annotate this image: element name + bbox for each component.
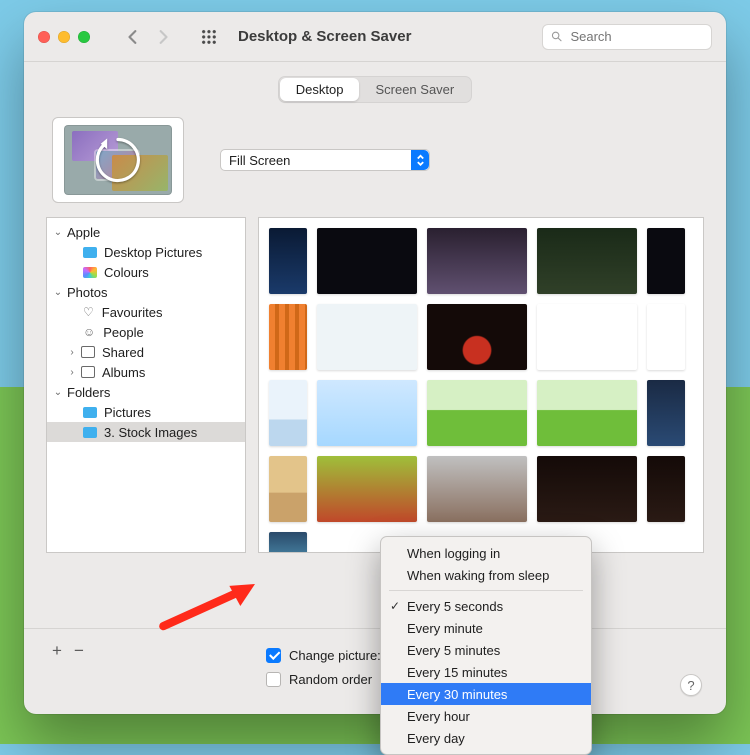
- thumbnail[interactable]: [317, 228, 417, 294]
- thumbnail[interactable]: [427, 380, 527, 446]
- forward-button[interactable]: [150, 24, 176, 50]
- sidebar-item-desktop-pictures[interactable]: Desktop Pictures: [47, 242, 245, 262]
- add-folder-button[interactable]: +: [52, 641, 62, 661]
- back-button[interactable]: [120, 24, 146, 50]
- thumbnail[interactable]: [317, 456, 417, 522]
- content-split: ⌄Apple Desktop Pictures Colours ⌄Photos …: [24, 217, 726, 553]
- random-order-label: Random order: [289, 672, 372, 687]
- minimize-window-button[interactable]: [58, 31, 70, 43]
- preview-row: Fill Screen: [24, 111, 726, 217]
- window-controls: [38, 31, 90, 43]
- thumbnail[interactable]: [427, 228, 527, 294]
- search-field[interactable]: [542, 24, 712, 50]
- window-title: Desktop & Screen Saver: [238, 28, 411, 45]
- thumbnail[interactable]: [427, 304, 527, 370]
- menu-item[interactable]: Every 15 minutes: [381, 661, 591, 683]
- grid-icon: [201, 29, 217, 45]
- close-window-button[interactable]: [38, 31, 50, 43]
- thumbnail[interactable]: [647, 228, 685, 294]
- menu-item-highlighted[interactable]: Every 30 minutes: [381, 683, 591, 705]
- group-photos[interactable]: ⌄Photos: [47, 282, 245, 302]
- thumbnail[interactable]: [269, 532, 307, 553]
- titlebar: Desktop & Screen Saver: [24, 12, 726, 62]
- color-wheel-icon: [83, 267, 97, 278]
- sidebar-item-albums[interactable]: ›Albums: [47, 362, 245, 382]
- thumbnail[interactable]: [427, 456, 527, 522]
- chevrons-icon: [411, 150, 429, 170]
- thumbnail[interactable]: [537, 228, 637, 294]
- sidebar-item-stock-images[interactable]: 3. Stock Images: [47, 422, 245, 442]
- tab-group: Desktop Screen Saver: [278, 76, 472, 103]
- thumbnail[interactable]: [317, 380, 417, 446]
- menu-item[interactable]: Every 5 minutes: [381, 639, 591, 661]
- sidebar-item-colours[interactable]: Colours: [47, 262, 245, 282]
- search-icon: [551, 30, 562, 43]
- footer: + − Change picture: Random order ?: [24, 628, 726, 714]
- tab-screensaver[interactable]: Screen Saver: [359, 78, 470, 101]
- group-folders[interactable]: ⌄Folders: [47, 382, 245, 402]
- change-picture-checkbox[interactable]: [266, 648, 281, 663]
- cycle-icon: [53, 118, 183, 202]
- thumbnail[interactable]: [537, 304, 637, 370]
- fill-mode-select[interactable]: Fill Screen: [220, 149, 430, 171]
- shared-icon: [81, 346, 95, 358]
- menu-item[interactable]: When logging in: [381, 542, 591, 564]
- menu-item[interactable]: When waking from sleep: [381, 564, 591, 586]
- thumbnail[interactable]: [269, 304, 307, 370]
- person-icon: ☺: [83, 325, 95, 339]
- random-order-checkbox[interactable]: [266, 672, 281, 687]
- preferences-window: Desktop & Screen Saver Desktop Screen Sa…: [24, 12, 726, 714]
- search-input[interactable]: [568, 28, 703, 45]
- show-all-prefs-button[interactable]: [196, 24, 222, 50]
- menu-separator: [389, 590, 583, 591]
- sidebar-item-favourites[interactable]: ♡Favourites: [47, 302, 245, 322]
- sidebar-item-pictures[interactable]: Pictures: [47, 402, 245, 422]
- menu-item[interactable]: Every day: [381, 727, 591, 749]
- zoom-window-button[interactable]: [78, 31, 90, 43]
- tab-bar: Desktop Screen Saver: [24, 76, 726, 103]
- history-nav: [120, 24, 176, 50]
- thumbnail[interactable]: [317, 304, 417, 370]
- thumbnail[interactable]: [269, 228, 307, 294]
- thumbnail-grid[interactable]: [258, 217, 704, 553]
- sidebar-item-shared[interactable]: ›Shared: [47, 342, 245, 362]
- desktop-preview: [52, 117, 184, 203]
- tab-desktop[interactable]: Desktop: [280, 78, 360, 101]
- interval-menu[interactable]: When logging in When waking from sleep E…: [380, 536, 592, 755]
- sidebar-item-people[interactable]: ☺People: [47, 322, 245, 342]
- thumbnail[interactable]: [647, 304, 685, 370]
- thumbnail[interactable]: [647, 456, 685, 522]
- thumbnail[interactable]: [537, 456, 637, 522]
- remove-folder-button[interactable]: −: [74, 641, 84, 661]
- albums-icon: [81, 366, 95, 378]
- thumbnail[interactable]: [269, 456, 307, 522]
- thumbnail[interactable]: [269, 380, 307, 446]
- menu-item[interactable]: Every hour: [381, 705, 591, 727]
- group-apple[interactable]: ⌄Apple: [47, 222, 245, 242]
- menu-item[interactable]: Every 5 seconds: [381, 595, 591, 617]
- annotation-arrow: [156, 578, 266, 637]
- fill-mode-value: Fill Screen: [229, 153, 290, 168]
- menu-item[interactable]: Every minute: [381, 617, 591, 639]
- heart-icon: ♡: [83, 305, 94, 319]
- thumbnail[interactable]: [647, 380, 685, 446]
- folder-icon: [83, 427, 97, 438]
- folder-icon: [83, 407, 97, 418]
- help-button[interactable]: ?: [680, 674, 702, 696]
- change-picture-label: Change picture:: [289, 648, 381, 663]
- thumbnail[interactable]: [537, 380, 637, 446]
- source-list[interactable]: ⌄Apple Desktop Pictures Colours ⌄Photos …: [46, 217, 246, 553]
